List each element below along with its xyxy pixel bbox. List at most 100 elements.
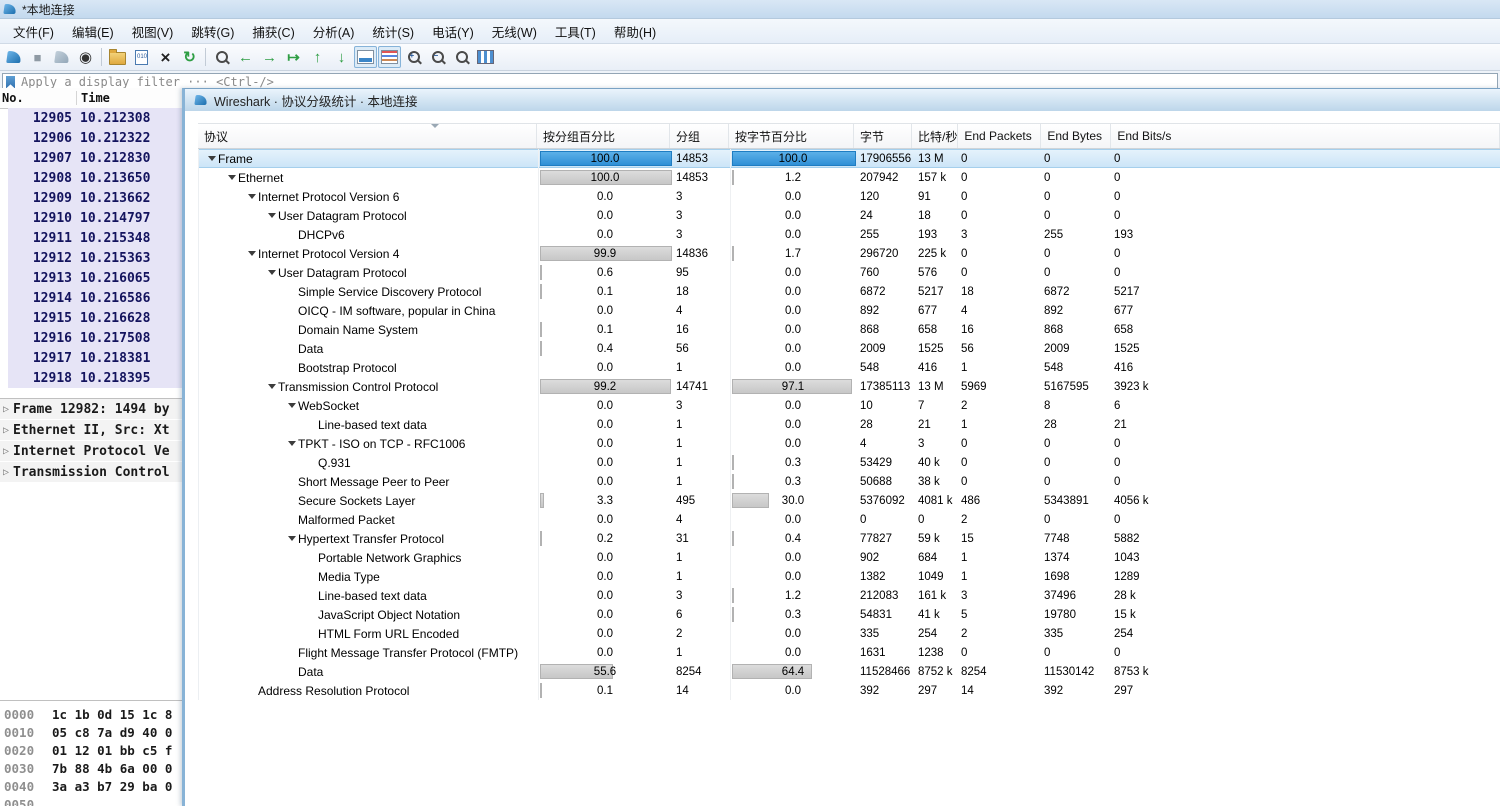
protocol-row[interactable]: Data55.6825464.4115284668752 k8254115301… <box>198 662 1500 681</box>
first-packet-button[interactable]: ↑ <box>306 46 329 68</box>
zoom-original-button[interactable] <box>450 46 473 68</box>
column-header-3[interactable]: 按字节百分比 <box>729 124 854 148</box>
capture-options-button[interactable]: ◉ <box>74 46 97 68</box>
menu-item-v[interactable]: 视图(V) <box>123 19 183 44</box>
protocol-row[interactable]: Ethernet100.0148531.2207942157 k000 <box>198 168 1500 187</box>
find-packet-button[interactable] <box>210 46 233 68</box>
protocol-row[interactable]: Bootstrap Protocol0.010.05484161548416 <box>198 358 1500 377</box>
packet-row[interactable]: 1291710.218381 <box>8 348 182 368</box>
collapsed-arrow-icon[interactable]: ▷ <box>0 425 13 436</box>
protocol-row[interactable]: Secure Sockets Layer3.349530.05376092408… <box>198 491 1500 510</box>
expanded-arrow-icon[interactable] <box>285 396 298 415</box>
reload-button[interactable]: ↻ <box>178 46 201 68</box>
column-header-time[interactable]: Time <box>77 91 110 105</box>
menu-item-s[interactable]: 统计(S) <box>363 19 423 44</box>
hex-row[interactable]: 001005 c8 7a d9 40 0 <box>0 723 182 741</box>
protocol-row[interactable]: Flight Message Transfer Protocol (FMTP)0… <box>198 643 1500 662</box>
protocol-row[interactable]: Simple Service Discovery Protocol0.1180.… <box>198 282 1500 301</box>
last-packet-button[interactable]: ↓ <box>330 46 353 68</box>
protocol-row[interactable]: TPKT - ISO on TCP - RFC10060.010.043000 <box>198 434 1500 453</box>
colorize-toggle[interactable] <box>378 46 401 68</box>
hex-row[interactable]: 0050 <box>0 795 182 806</box>
detail-row[interactable]: ▷Ethernet II, Src: Xt <box>0 420 182 440</box>
resize-columns-button[interactable] <box>474 46 497 68</box>
autoscroll-toggle[interactable] <box>354 46 377 68</box>
expanded-arrow-icon[interactable] <box>205 149 218 168</box>
protocol-row[interactable]: HTML Form URL Encoded0.020.0335254233525… <box>198 624 1500 643</box>
next-packet-button[interactable]: → <box>258 46 281 68</box>
goto-packet-button[interactable]: ↦ <box>282 46 305 68</box>
protocol-row[interactable]: Line-based text data0.031.2212083161 k33… <box>198 586 1500 605</box>
protocol-row[interactable]: Domain Name System0.1160.086865816868658 <box>198 320 1500 339</box>
expanded-arrow-icon[interactable] <box>285 529 298 548</box>
protocol-row[interactable]: Frame100.014853100.01790655613 M000 <box>198 149 1500 168</box>
column-header-1[interactable]: 按分组百分比 <box>537 124 670 148</box>
menu-item-a[interactable]: 分析(A) <box>304 19 364 44</box>
column-header-5[interactable]: 比特/秒 <box>912 124 958 148</box>
bookmark-icon[interactable] <box>6 76 15 89</box>
previous-packet-button[interactable]: ← <box>234 46 257 68</box>
protocol-row[interactable]: Transmission Control Protocol99.21474197… <box>198 377 1500 396</box>
menu-item-g[interactable]: 跳转(G) <box>182 19 243 44</box>
hex-row[interactable]: 00001c 1b 0d 15 1c 8 <box>0 705 182 723</box>
packet-row[interactable]: 1290510.212308 <box>8 108 182 128</box>
expanded-arrow-icon[interactable] <box>285 434 298 453</box>
protocol-row[interactable]: DHCPv60.030.02551933255193 <box>198 225 1500 244</box>
packet-list-header[interactable]: No. Time <box>0 88 182 109</box>
protocol-row[interactable]: User Datagram Protocol0.6950.0760576000 <box>198 263 1500 282</box>
protocol-row[interactable]: User Datagram Protocol0.030.02418000 <box>198 206 1500 225</box>
packet-row[interactable]: 1291210.215363 <box>8 248 182 268</box>
stop-capture-button[interactable]: ■ <box>26 46 49 68</box>
packet-row[interactable]: 1290610.212322 <box>8 128 182 148</box>
packet-row[interactable]: 1290710.212830 <box>8 148 182 168</box>
open-file-button[interactable] <box>106 46 129 68</box>
dialog-titlebar[interactable]: Wireshark · 协议分级统计 · 本地连接 <box>185 89 1500 112</box>
menu-item-f[interactable]: 文件(F) <box>4 19 63 44</box>
protocol-row[interactable]: Malformed Packet0.040.000200 <box>198 510 1500 529</box>
close-file-button[interactable]: × <box>154 46 177 68</box>
hex-row[interactable]: 00307b 88 4b 6a 00 0 <box>0 759 182 777</box>
packet-row[interactable]: 1291510.216628 <box>8 308 182 328</box>
menu-item-h[interactable]: 帮助(H) <box>605 19 665 44</box>
expanded-arrow-icon[interactable] <box>265 263 278 282</box>
protocol-row[interactable]: Internet Protocol Version 499.9148361.72… <box>198 244 1500 263</box>
zoom-out-button[interactable]: − <box>426 46 449 68</box>
window-titlebar[interactable]: *本地连接 <box>0 0 1500 19</box>
column-header-2[interactable]: 分组 <box>670 124 729 148</box>
menu-item-c[interactable]: 捕获(C) <box>243 19 303 44</box>
packet-row[interactable]: 1291310.216065 <box>8 268 182 288</box>
hex-row[interactable]: 002001 12 01 bb c5 f <box>0 741 182 759</box>
packet-row[interactable]: 1291810.218395 <box>8 368 182 388</box>
protocol-row[interactable]: Data0.4560.0200915255620091525 <box>198 339 1500 358</box>
zoom-in-button[interactable]: + <box>402 46 425 68</box>
protocol-row[interactable]: Line-based text data0.010.0282112821 <box>198 415 1500 434</box>
protocol-row[interactable]: Address Resolution Protocol0.1140.039229… <box>198 681 1500 700</box>
expanded-arrow-icon[interactable] <box>265 206 278 225</box>
column-header-protocol[interactable]: 协议 <box>198 124 537 148</box>
expanded-arrow-icon[interactable] <box>265 377 278 396</box>
detail-row[interactable]: ▷Frame 12982: 1494 by <box>0 399 182 419</box>
menu-item-y[interactable]: 电话(Y) <box>423 19 483 44</box>
detail-row[interactable]: ▷Internet Protocol Ve <box>0 441 182 461</box>
expanded-arrow-icon[interactable] <box>245 187 258 206</box>
packet-row[interactable]: 1290910.213662 <box>8 188 182 208</box>
protocol-row[interactable]: Short Message Peer to Peer0.010.35068838… <box>198 472 1500 491</box>
column-header-4[interactable]: 字节 <box>854 124 912 148</box>
protocol-row[interactable]: WebSocket0.030.0107286 <box>198 396 1500 415</box>
column-header-8[interactable]: End Bits/s <box>1111 124 1500 148</box>
collapsed-arrow-icon[interactable]: ▷ <box>0 404 13 415</box>
protocol-row[interactable]: Internet Protocol Version 60.030.0120910… <box>198 187 1500 206</box>
expanded-arrow-icon[interactable] <box>245 244 258 263</box>
column-header-7[interactable]: End Bytes <box>1041 124 1111 148</box>
protocol-row[interactable]: Q.9310.010.35342940 k000 <box>198 453 1500 472</box>
column-header-no[interactable]: No. <box>0 91 77 105</box>
menu-item-w[interactable]: 无线(W) <box>483 19 546 44</box>
menu-item-e[interactable]: 编辑(E) <box>63 19 123 44</box>
restart-capture-button[interactable] <box>50 46 73 68</box>
start-capture-button[interactable] <box>2 46 25 68</box>
detail-row[interactable]: ▷Transmission Control <box>0 462 182 482</box>
hex-row[interactable]: 00403a a3 b7 29 ba 0 <box>0 777 182 795</box>
packet-row[interactable]: 1291110.215348 <box>8 228 182 248</box>
packet-row[interactable]: 1290810.213650 <box>8 168 182 188</box>
protocol-row[interactable]: Portable Network Graphics0.010.090268411… <box>198 548 1500 567</box>
